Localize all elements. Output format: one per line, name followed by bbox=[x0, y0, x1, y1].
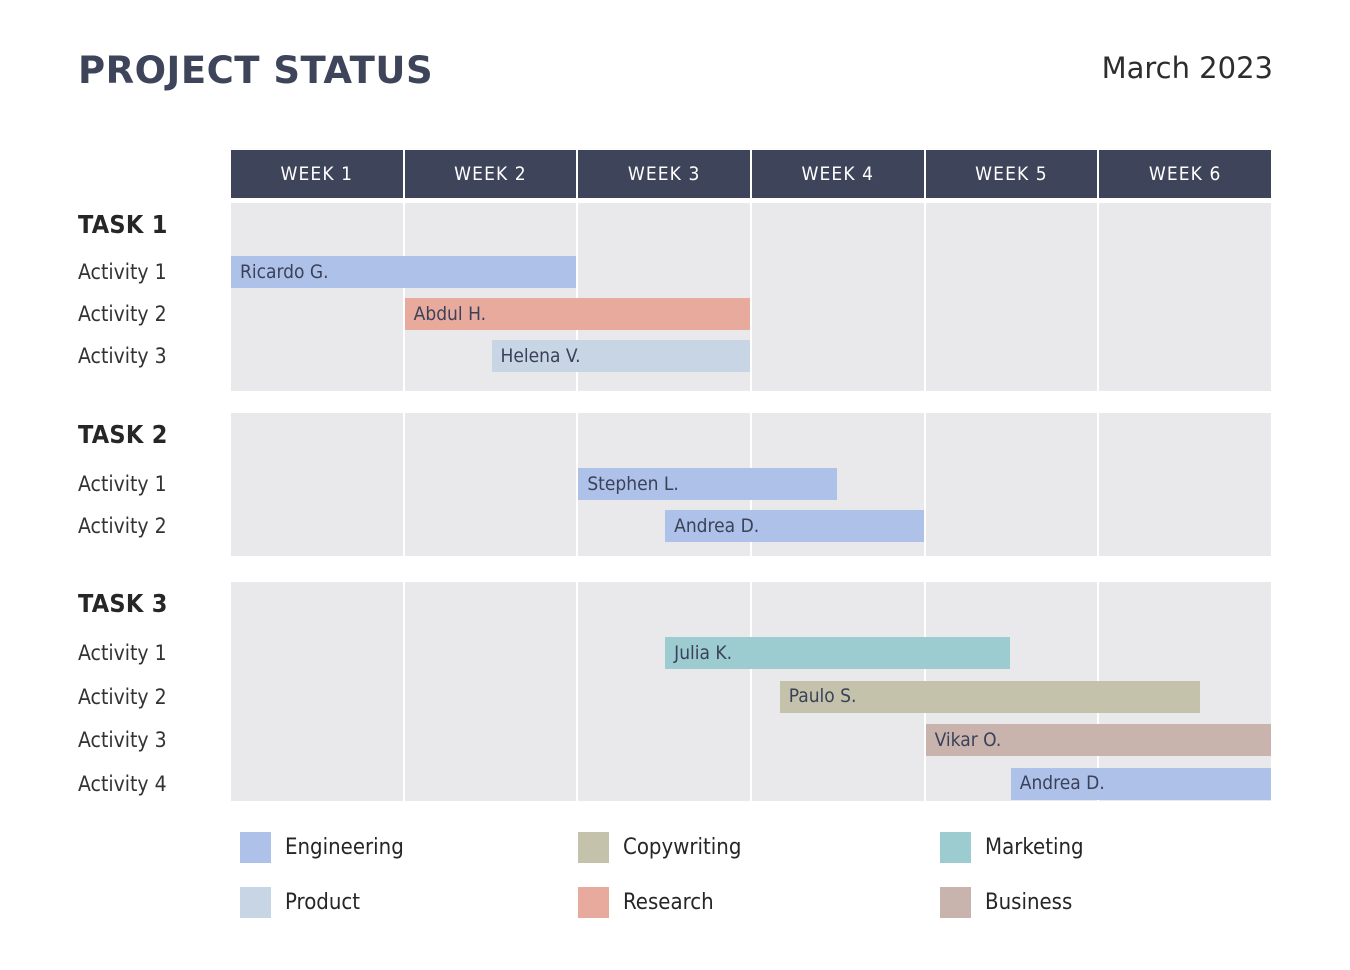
timeline-band bbox=[231, 203, 1273, 391]
timeline-cell bbox=[578, 582, 750, 801]
gantt-bar[interactable]: Abdul H. bbox=[404, 298, 750, 330]
activity-label: Activity 1 bbox=[78, 641, 167, 665]
chart-legend: Engineering Product Copywriting Research Mar… bbox=[240, 832, 1300, 942]
timeline-cell bbox=[231, 413, 403, 556]
task-title: TASK 1 bbox=[78, 210, 168, 239]
gantt-bar-assignee: Ricardo G. bbox=[240, 260, 329, 283]
task-title: TASK 3 bbox=[78, 589, 168, 618]
gantt-bar-assignee: Andrea D. bbox=[674, 514, 760, 537]
legend-item[interactable]: Product bbox=[240, 887, 360, 918]
gantt-bar[interactable]: Julia K. bbox=[665, 637, 1011, 669]
activity-label: Activity 2 bbox=[78, 684, 167, 709]
legend-swatch bbox=[578, 887, 609, 918]
timeline-header-label: WEEK 4 bbox=[801, 163, 875, 185]
legend-label: Marketing bbox=[985, 834, 1084, 860]
activity-label: Activity 2 bbox=[78, 514, 167, 538]
task-group: TASK 3 Activity 1 Julia K. Activity 2 Paulo … bbox=[0, 582, 1350, 801]
timeline-header-cell: WEEK 5 bbox=[925, 150, 1098, 198]
legend-swatch bbox=[240, 832, 271, 863]
timeline-header-cell: WEEK 4 bbox=[752, 150, 924, 198]
timeline-cell bbox=[231, 203, 403, 391]
activity-label: Activity 3 bbox=[78, 728, 167, 752]
timeline-header-cell: WEEK 6 bbox=[1099, 150, 1271, 198]
timeline-cell bbox=[925, 203, 1098, 391]
timeline-cell bbox=[1099, 413, 1271, 556]
legend-label: Engineering bbox=[285, 834, 404, 860]
timeline-header-cell: WEEK 2 bbox=[404, 150, 577, 198]
gantt-bar-assignee: Paulo S. bbox=[788, 685, 857, 707]
timeline-cell bbox=[404, 582, 577, 801]
gantt-bar[interactable]: Paulo S. bbox=[779, 680, 1200, 713]
gantt-bar-assignee: Abdul H. bbox=[413, 302, 487, 325]
timeline-header-row: WEEK 1 WEEK 2 WEEK 3 WEEK 4 WEEK 5 WEEK 6 bbox=[231, 150, 1273, 198]
gantt-bar[interactable]: Andrea D. bbox=[1010, 767, 1271, 800]
gantt-bar-assignee: Andrea D. bbox=[1019, 772, 1105, 794]
gantt-bar-assignee: Helena V. bbox=[500, 344, 581, 367]
gantt-bar-assignee: Vikar O. bbox=[934, 728, 1002, 751]
legend-swatch bbox=[940, 887, 971, 918]
legend-item[interactable]: Marketing bbox=[940, 832, 1084, 863]
legend-swatch bbox=[940, 832, 971, 863]
legend-item[interactable]: Business bbox=[940, 887, 1072, 918]
gantt-bar[interactable]: Vikar O. bbox=[925, 724, 1271, 756]
legend-item[interactable]: Copywriting bbox=[578, 832, 741, 863]
timeline-cell bbox=[231, 582, 403, 801]
gantt-bar-assignee: Julia K. bbox=[674, 641, 733, 664]
timeline-header-label: WEEK 6 bbox=[1148, 163, 1222, 185]
timeline-cell bbox=[752, 203, 924, 391]
legend-label: Copywriting bbox=[623, 834, 742, 860]
gantt-bar[interactable]: Stephen L. bbox=[578, 468, 837, 500]
activity-label: Activity 4 bbox=[78, 771, 167, 796]
timeline-header-label: WEEK 3 bbox=[627, 163, 701, 185]
gantt-bar[interactable]: Ricardo G. bbox=[231, 256, 577, 288]
gantt-chart: WEEK 1 WEEK 2 WEEK 3 WEEK 4 WEEK 5 WEEK 6 TAS… bbox=[0, 0, 1350, 970]
activity-label: Activity 2 bbox=[78, 302, 167, 326]
legend-item[interactable]: Engineering bbox=[240, 832, 404, 863]
timeline-cell bbox=[1099, 203, 1271, 391]
activity-label: Activity 3 bbox=[78, 344, 167, 368]
activity-label: Activity 1 bbox=[78, 260, 167, 284]
activity-label: Activity 1 bbox=[78, 472, 167, 496]
gantt-bar[interactable]: Andrea D. bbox=[665, 510, 924, 542]
timeline-cell bbox=[404, 413, 577, 556]
timeline-header-label: WEEK 5 bbox=[975, 163, 1048, 185]
timeline-header-label: WEEK 1 bbox=[280, 163, 354, 185]
legend-swatch bbox=[240, 887, 271, 918]
timeline-header-cell: WEEK 3 bbox=[578, 150, 750, 198]
gantt-bar[interactable]: Helena V. bbox=[491, 340, 750, 372]
gantt-bar-assignee: Stephen L. bbox=[587, 472, 679, 495]
timeline-cell bbox=[925, 413, 1098, 556]
task-group: TASK 2 Activity 1 Stephen L. Activity 2 Andr… bbox=[0, 413, 1350, 556]
task-group: TASK 1 Activity 1 Ricardo G. Activity 2 Abdu… bbox=[0, 203, 1350, 391]
legend-label: Business bbox=[985, 889, 1073, 915]
timeline-header-cell: WEEK 1 bbox=[231, 150, 403, 198]
task-title: TASK 2 bbox=[78, 420, 168, 449]
legend-item[interactable]: Research bbox=[578, 887, 714, 918]
legend-label: Research bbox=[623, 889, 714, 915]
legend-swatch bbox=[578, 832, 609, 863]
timeline-header-label: WEEK 2 bbox=[454, 163, 527, 185]
legend-label: Product bbox=[285, 889, 361, 915]
